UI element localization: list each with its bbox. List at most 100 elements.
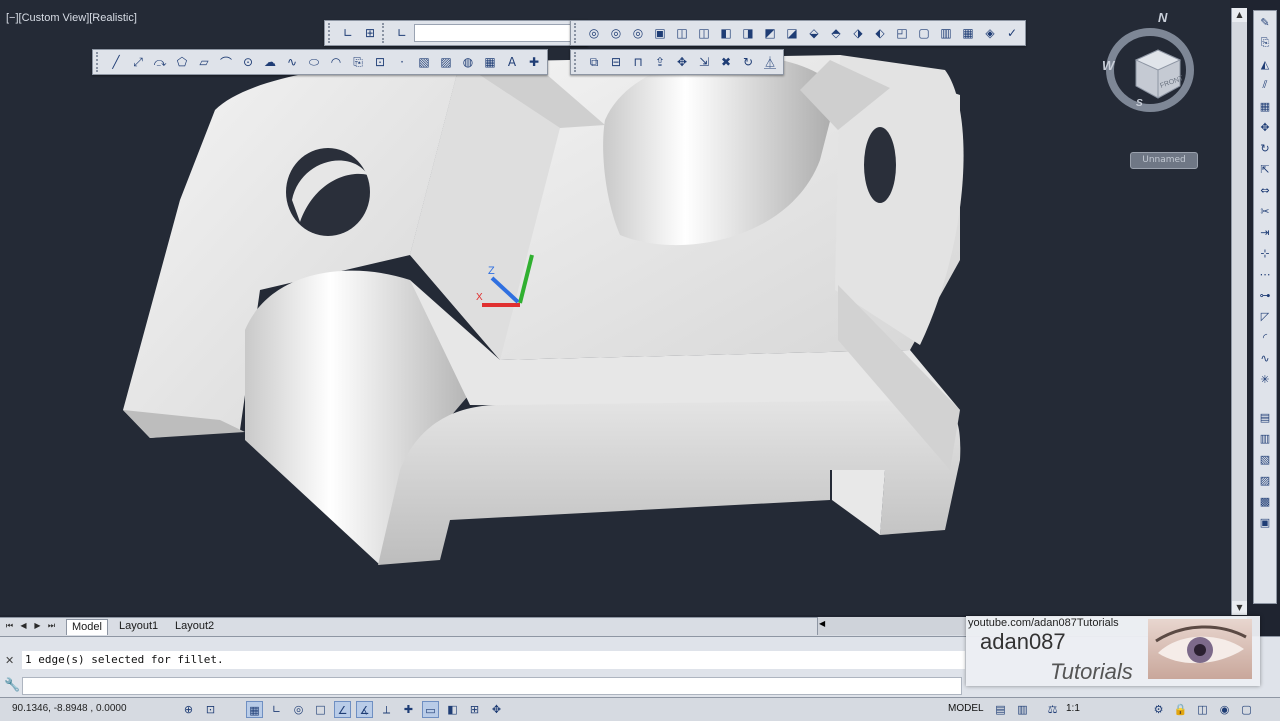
- lineweight-icon[interactable]: ▭: [422, 701, 439, 718]
- toolbar-grip[interactable]: [382, 23, 388, 43]
- close-icon[interactable]: ✕: [5, 654, 14, 667]
- selection-cycling-icon[interactable]: ✥: [488, 701, 505, 718]
- transparency-icon[interactable]: ◧: [444, 701, 461, 718]
- compass-west[interactable]: W: [1102, 58, 1114, 73]
- extrude-faces-icon[interactable]: ⇪: [650, 52, 670, 72]
- render-icon[interactable]: ✓: [1002, 23, 1022, 43]
- dynamic-input-icon[interactable]: ✚: [400, 701, 417, 718]
- union-icon[interactable]: ⧉: [584, 52, 604, 72]
- layer-icon[interactable]: ▤: [1256, 408, 1274, 426]
- rotate-icon[interactable]: ↻: [1256, 139, 1274, 157]
- arc-icon[interactable]: ⌒: [216, 52, 236, 72]
- gradient-icon[interactable]: ▨: [436, 52, 456, 72]
- layer-freeze-icon[interactable]: ▩: [1256, 492, 1274, 510]
- taper-faces-icon[interactable]: ⏅: [760, 52, 780, 72]
- next-tab-icon[interactable]: ▶: [32, 620, 43, 632]
- realistic-icon[interactable]: ▦: [958, 23, 978, 43]
- scroll-down-icon[interactable]: ▼: [1232, 601, 1247, 615]
- chamfer-icon[interactable]: ◸: [1256, 307, 1274, 325]
- orbit-icon[interactable]: ◎: [584, 23, 604, 43]
- layer-lock-icon[interactable]: ▣: [1256, 513, 1274, 531]
- spline-icon[interactable]: ∿: [282, 52, 302, 72]
- ucs-icon-button[interactable]: ∟: [338, 23, 358, 43]
- join-icon[interactable]: ⊶: [1256, 286, 1274, 304]
- blend-curves-icon[interactable]: ∿: [1256, 349, 1274, 367]
- wrench-icon[interactable]: 🔧: [4, 678, 20, 693]
- intersect-icon[interactable]: ⊓: [628, 52, 648, 72]
- tab-layout2[interactable]: Layout2: [170, 619, 219, 634]
- annotation-scale-value[interactable]: 1:1: [1066, 703, 1080, 714]
- toolbar-grip[interactable]: [574, 52, 580, 72]
- camera-icon[interactable]: ◰: [892, 23, 912, 43]
- coordinate-readout[interactable]: 90.1346, -8.8948 , 0.0000: [12, 703, 127, 714]
- model-viewport[interactable]: Z X [−][Custom View][Realistic]: [0, 0, 1230, 615]
- annotation-scale-icon[interactable]: ⚖: [1044, 701, 1061, 718]
- 2d-wireframe-icon[interactable]: ▢: [914, 23, 934, 43]
- layer-previous-icon[interactable]: ▥: [1256, 429, 1274, 447]
- rectangle-icon[interactable]: ▱: [194, 52, 214, 72]
- table-icon[interactable]: ▦: [480, 52, 500, 72]
- toolbar-grip[interactable]: [96, 52, 102, 72]
- nw-iso-icon[interactable]: ⬖: [870, 23, 890, 43]
- make-block-icon[interactable]: ⊡: [370, 52, 390, 72]
- point-icon[interactable]: ·: [392, 52, 412, 72]
- scale-icon[interactable]: ⇱: [1256, 160, 1274, 178]
- dynamic-ucs-icon[interactable]: ⟂: [378, 701, 395, 718]
- ucs-world-icon[interactable]: ∟: [392, 23, 412, 43]
- tab-layout1[interactable]: Layout1: [114, 619, 163, 634]
- stretch-icon[interactable]: ⇔: [1256, 181, 1274, 199]
- ucs-menu-button[interactable]: Unnamed: [1130, 152, 1198, 169]
- subtract-icon[interactable]: ⊟: [606, 52, 626, 72]
- offset-faces-icon[interactable]: ⇲: [694, 52, 714, 72]
- layer-iso-icon[interactable]: ▧: [1256, 450, 1274, 468]
- polar-tracking-icon[interactable]: ◎: [290, 701, 307, 718]
- left-view-icon[interactable]: ◧: [716, 23, 736, 43]
- compass-south[interactable]: S: [1136, 98, 1143, 109]
- polyline-icon[interactable]: ⤼: [150, 52, 170, 72]
- scroll-up-icon[interactable]: ▲: [1232, 8, 1247, 22]
- trim-icon[interactable]: ✂: [1256, 202, 1274, 220]
- mirror-icon[interactable]: ◭: [1256, 55, 1274, 73]
- explode-icon[interactable]: ✳: [1256, 370, 1274, 388]
- conceptual-icon[interactable]: ◈: [980, 23, 1000, 43]
- quick-view-layouts-icon[interactable]: ▤: [992, 701, 1009, 718]
- object-snap-icon[interactable]: □: [312, 701, 329, 718]
- right-view-icon[interactable]: ◨: [738, 23, 758, 43]
- scroll-left-icon[interactable]: ◀: [819, 619, 825, 628]
- 3d-osnap-icon[interactable]: ∠: [334, 701, 351, 718]
- erase-icon[interactable]: ✎: [1256, 13, 1274, 31]
- revision-cloud-icon[interactable]: ☁: [260, 52, 280, 72]
- snap-mode-icon[interactable]: ⊡: [202, 701, 219, 718]
- named-views-icon[interactable]: ▣: [650, 23, 670, 43]
- ucs-dropdown[interactable]: ▾: [414, 24, 584, 42]
- tab-model[interactable]: Model: [66, 619, 108, 635]
- line-icon[interactable]: ╱: [106, 52, 126, 72]
- workspace-switching-icon[interactable]: ⚙: [1150, 701, 1167, 718]
- extend-icon[interactable]: ⇥: [1256, 223, 1274, 241]
- ellipse-arc-icon[interactable]: ◠: [326, 52, 346, 72]
- viewport-label[interactable]: [−][Custom View][Realistic]: [6, 12, 137, 24]
- toolbar-grip[interactable]: [328, 23, 334, 43]
- delete-faces-icon[interactable]: ✖: [716, 52, 736, 72]
- command-input[interactable]: [22, 677, 962, 695]
- top-view-icon[interactable]: ◫: [672, 23, 692, 43]
- circle-icon[interactable]: ⊙: [238, 52, 258, 72]
- model-space-toggle[interactable]: MODEL: [948, 703, 984, 714]
- back-view-icon[interactable]: ◪: [782, 23, 802, 43]
- construction-line-icon[interactable]: ⤢: [128, 52, 148, 72]
- move-icon[interactable]: ✥: [1256, 118, 1274, 136]
- ellipse-icon[interactable]: ⬭: [304, 52, 324, 72]
- object-snap-tracking-icon[interactable]: ∡: [356, 701, 373, 718]
- ortho-mode-icon[interactable]: ∟: [268, 701, 285, 718]
- add-selected-icon[interactable]: ✚: [524, 52, 544, 72]
- 3d-hidden-icon[interactable]: ▥: [936, 23, 956, 43]
- lock-icon[interactable]: 🔒: [1172, 701, 1189, 718]
- bottom-view-icon[interactable]: ◫: [694, 23, 714, 43]
- break-icon[interactable]: ⋯: [1256, 265, 1274, 283]
- hardware-acceleration-icon[interactable]: ◫: [1194, 701, 1211, 718]
- move-faces-icon[interactable]: ✥: [672, 52, 692, 72]
- vertical-scrollbar[interactable]: ▲ ▼: [1231, 8, 1247, 615]
- polygon-icon[interactable]: ⬠: [172, 52, 192, 72]
- fillet-icon[interactable]: ◜: [1256, 328, 1274, 346]
- hatch-icon[interactable]: ▧: [414, 52, 434, 72]
